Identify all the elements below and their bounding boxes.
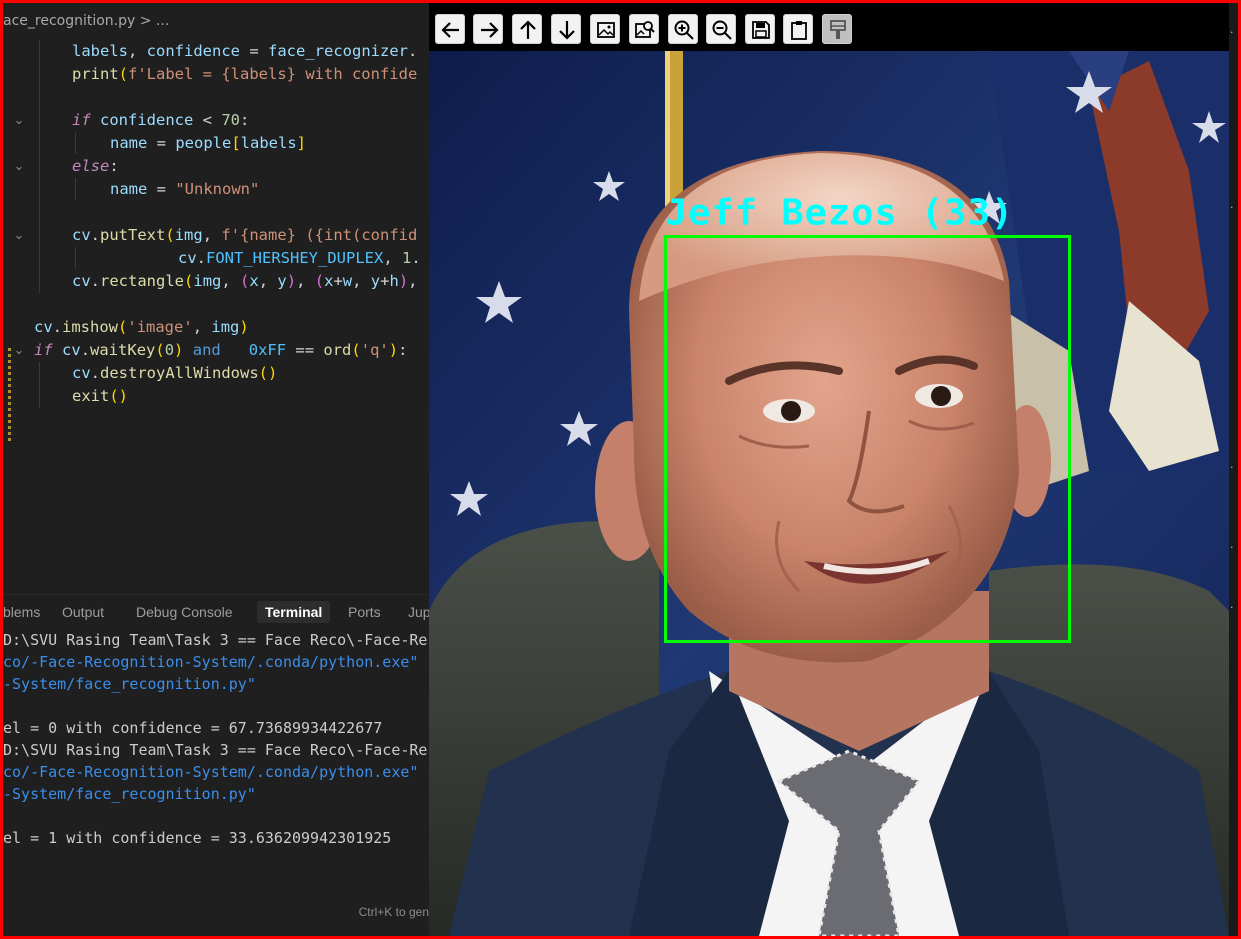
- face-bounding-box: [664, 235, 1071, 643]
- edge-mark: ·: [1230, 201, 1234, 214]
- tab-terminal[interactable]: Terminal: [257, 601, 331, 623]
- code-line[interactable]: exit(): [3, 385, 429, 408]
- code-line[interactable]: if cv.waitKey(0) and 0xFF == ord('q'):: [3, 339, 429, 362]
- code-line[interactable]: labels, confidence = face_recognizer.: [3, 40, 429, 63]
- code-line[interactable]: cv.imshow('image', img): [3, 316, 429, 339]
- terminal-line: el = 1 with confidence = 33.636209942301…: [3, 829, 392, 847]
- terminal-line: -System/face_recognition.py": [3, 675, 256, 693]
- edge-mark: ·: [1230, 461, 1234, 474]
- right-window-edge: · · · · ·: [1229, 3, 1238, 936]
- image-icon[interactable]: [590, 14, 620, 44]
- breadcrumb-trail[interactable]: ...: [156, 13, 169, 29]
- terminal-line: -System/face_recognition.py": [3, 785, 256, 803]
- tab-ports[interactable]: Ports: [348, 601, 381, 623]
- tab-debug-console[interactable]: Debug Console: [136, 601, 233, 623]
- terminal-line: co/-Face-Recognition-System/.conda/pytho…: [3, 653, 429, 671]
- code-editor[interactable]: ace_recognition.py > ... labels, confide…: [3, 3, 429, 587]
- edge-mark: ·: [1230, 541, 1234, 554]
- zoom-out-icon[interactable]: [706, 14, 736, 44]
- breadcrumb-separator: >: [139, 13, 152, 29]
- code-line[interactable]: cv.rectangle(img, (x, y), (x+w, y+h),: [3, 270, 429, 293]
- code-line[interactable]: print(f'Label = {labels} with confide: [3, 63, 429, 86]
- arrow-down-icon[interactable]: [551, 14, 581, 44]
- breadcrumb-file[interactable]: ace_recognition.py: [3, 13, 135, 29]
- face-name-label: Jeff Bezos (33): [665, 192, 1015, 233]
- viewer-toolbar: [429, 3, 1229, 51]
- panel-tabs: blems Output Debug Console Terminal Port…: [3, 597, 429, 625]
- edge-mark: ·: [1230, 26, 1234, 39]
- code-line[interactable]: cv.FONT_HERSHEY_DUPLEX, 1.: [3, 247, 429, 270]
- zoom-in-icon[interactable]: [668, 14, 698, 44]
- terminal-line: D:\SVU Rasing Team\Task 3 == Face Reco\-…: [3, 631, 429, 649]
- tab-problems[interactable]: blems: [3, 601, 40, 623]
- image-search-icon[interactable]: [629, 14, 659, 44]
- code-line[interactable]: else:: [3, 155, 429, 178]
- breadcrumb[interactable]: ace_recognition.py > ...: [3, 13, 169, 35]
- arrow-left-icon[interactable]: [435, 14, 465, 44]
- save-icon[interactable]: [745, 14, 775, 44]
- tab-jupyter[interactable]: Jup: [408, 601, 429, 623]
- code-line[interactable]: cv.destroyAllWindows(): [3, 362, 429, 385]
- clipboard-icon[interactable]: [783, 14, 813, 44]
- code-line[interactable]: if confidence < 70:: [3, 109, 429, 132]
- terminal-line: el = 0 with confidence = 67.736899344226…: [3, 719, 383, 737]
- edge-mark: ·: [1230, 601, 1234, 614]
- code-line[interactable]: cv.putText(img, f'{name} ({int(confid: [3, 224, 429, 247]
- arrow-up-icon[interactable]: [512, 14, 542, 44]
- bottom-panel: blems Output Debug Console Terminal Port…: [3, 594, 429, 937]
- paint-brush-icon[interactable]: [822, 14, 852, 44]
- arrow-right-icon[interactable]: [473, 14, 503, 44]
- image-viewer-window[interactable]: Jeff Bezos (33): [429, 3, 1229, 936]
- code-line[interactable]: name = "Unknown": [3, 178, 429, 201]
- code-line[interactable]: [3, 201, 429, 224]
- terminal-line: D:\SVU Rasing Team\Task 3 == Face Reco\-…: [3, 741, 429, 759]
- tab-output[interactable]: Output: [62, 601, 104, 623]
- code-line[interactable]: name = people[labels]: [3, 132, 429, 155]
- terminal-hint: Ctrl+K to gen: [358, 905, 429, 919]
- code-line[interactable]: [3, 86, 429, 109]
- terminal-line: co/-Face-Recognition-System/.conda/pytho…: [3, 763, 429, 781]
- code-line[interactable]: [3, 293, 429, 316]
